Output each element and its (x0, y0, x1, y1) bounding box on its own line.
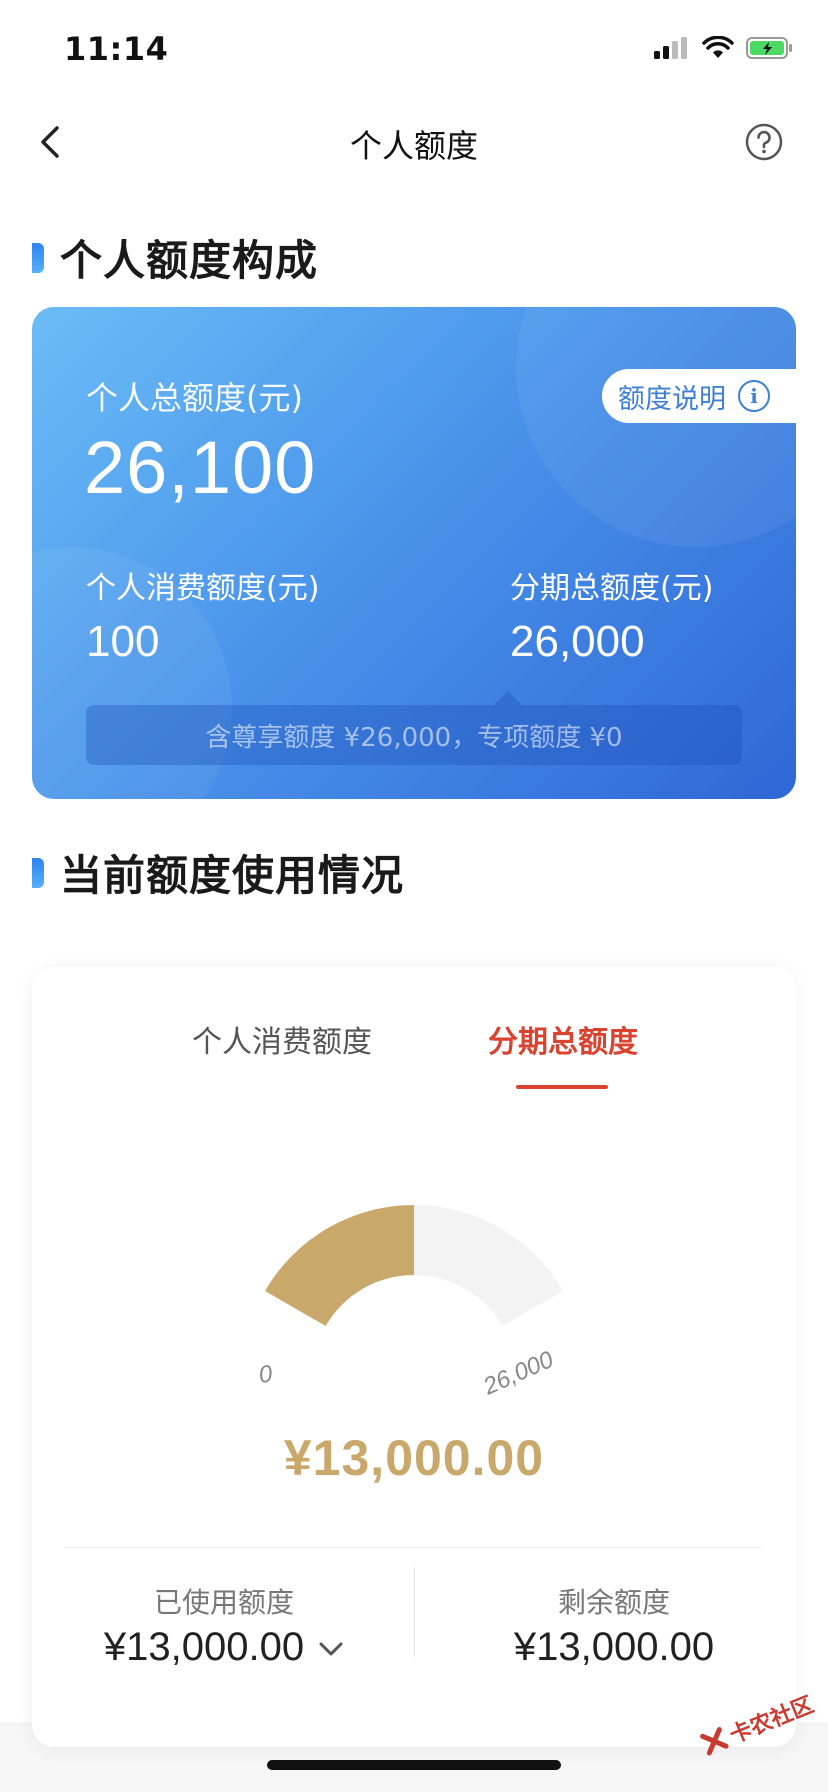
gauge-fill (265, 1205, 414, 1326)
gauge-max-label: 26,000 (479, 1346, 559, 1401)
nav-bar: 个人额度 (0, 100, 828, 192)
tip-arrow (494, 691, 522, 705)
decorative-circle (516, 307, 796, 547)
consume-limit-value: 100 (86, 617, 160, 666)
info-icon: i (738, 380, 770, 412)
page-content: 个人额度构成 个人总额度(元) 26,100 额度说明 i 个人消费额度(元) … (0, 192, 828, 1747)
back-button[interactable] (28, 114, 72, 170)
section-header-composition: 个人额度构成 (32, 227, 318, 288)
active-tab-indicator (516, 1085, 608, 1089)
section-header-usage: 当前额度使用情况 (32, 842, 404, 903)
help-button[interactable] (736, 114, 792, 170)
remaining-limit-value: ¥13,000.00 (513, 1625, 715, 1669)
usage-tabs: 个人消费额度 分期总额度 (32, 1017, 796, 1097)
gauge-chart: 0 26,000 (257, 1205, 563, 1401)
question-circle-icon (745, 123, 783, 161)
credit-composition-card: 个人总额度(元) 26,100 额度说明 i 个人消费额度(元) 100 分期总… (32, 307, 796, 799)
battery-icon (746, 37, 792, 59)
used-limit-value: ¥13,000.00 (103, 1625, 305, 1669)
section-accent-bar (32, 857, 44, 888)
signal-icon (654, 37, 687, 59)
usage-gauge: 0 26,000 (32, 1147, 796, 1407)
used-amount-display: ¥13,000.00 (283, 1430, 545, 1486)
divider (66, 1547, 762, 1548)
section-accent-bar (32, 242, 44, 273)
total-limit-label: 个人总额度(元) (86, 379, 303, 417)
watermark-logo-icon (700, 1727, 729, 1756)
limit-explanation-button[interactable]: 额度说明 i (602, 369, 796, 423)
chevron-left-icon (41, 126, 59, 158)
status-time: 11:14 (64, 30, 169, 68)
usage-card: 个人消费额度 分期总额度 0 26,000 ¥13,000.00 已使用额度 ¥… (32, 967, 796, 1747)
installment-limit-label: 分期总额度(元) (510, 571, 714, 606)
wifi-icon (702, 36, 734, 58)
section-title: 当前额度使用情况 (60, 851, 405, 900)
chevron-down-icon (319, 1642, 343, 1656)
home-indicator (267, 1760, 561, 1770)
used-limit-label: 已使用额度 (153, 1586, 294, 1619)
tab-consume-limit[interactable]: 个人消费额度 (192, 1017, 372, 1061)
gauge-min-label: 0 (257, 1360, 275, 1389)
status-bar: 11:14 (0, 0, 828, 100)
status-icons (654, 36, 794, 60)
vertical-divider (414, 1567, 415, 1657)
section-title: 个人额度构成 (60, 236, 319, 285)
tab-installment-limit[interactable]: 分期总额度 (488, 1017, 638, 1061)
installment-limit-value: 26,000 (510, 617, 645, 666)
limit-explanation-label: 额度说明 (618, 383, 726, 415)
limit-breakdown-tip: 含尊享额度 ¥26,000，专项额度 ¥0 (86, 705, 742, 765)
used-limit-value-button[interactable]: ¥13,000.00 (54, 1625, 394, 1670)
nav-title: 个人额度 (349, 127, 478, 165)
remaining-limit-label: 剩余额度 (557, 1586, 670, 1619)
total-limit-value: 26,100 (84, 426, 317, 509)
consume-limit-label: 个人消费额度(元) (86, 571, 320, 606)
